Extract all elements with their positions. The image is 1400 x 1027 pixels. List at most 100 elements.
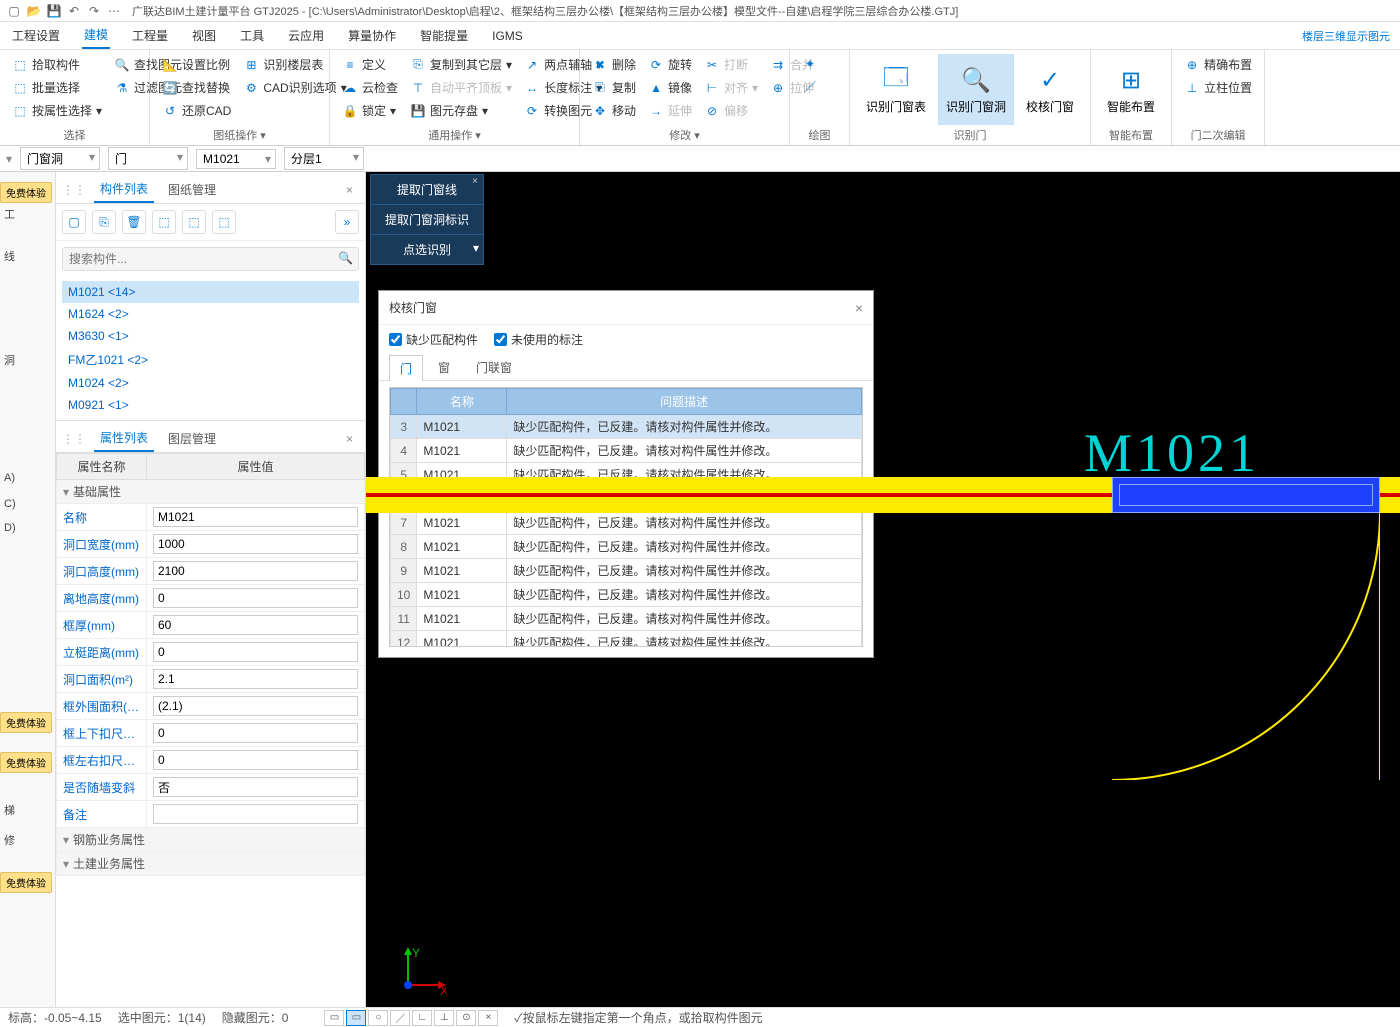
list-item[interactable]: M3630 <1> — [62, 325, 359, 347]
redo-icon[interactable]: ↷ — [84, 1, 104, 21]
list-item[interactable]: M0921 <1> — [62, 394, 359, 416]
search-input[interactable] — [62, 247, 359, 271]
property-value-input[interactable] — [153, 561, 358, 581]
list-item[interactable]: M1024 <2> — [62, 372, 359, 394]
property-value-input[interactable] — [153, 777, 358, 797]
grip-icon[interactable]: ⋮⋮ — [62, 183, 86, 197]
list-item[interactable]: FM乙1021 <2> — [62, 347, 359, 372]
menu-item[interactable]: 工具 — [238, 23, 266, 48]
nav-label[interactable]: 修 — [4, 832, 15, 848]
extract-door-label-button[interactable]: 提取门窗洞标识 — [371, 205, 483, 235]
snap-button[interactable]: × — [478, 1010, 498, 1026]
snap-button[interactable]: ∟ — [412, 1010, 432, 1026]
tab-properties[interactable]: 属性列表 — [94, 425, 154, 452]
property-value-input[interactable] — [153, 534, 358, 554]
table-row[interactable]: 3M1021缺少匹配构件，已反建。请核对构件属性并修改。 — [391, 415, 862, 439]
table-row[interactable]: 10M1021缺少匹配构件，已反建。请核对构件属性并修改。 — [391, 583, 862, 607]
type-select[interactable]: 门 — [108, 147, 188, 170]
table-row[interactable]: 4M1021缺少匹配构件，已反建。请核对构件属性并修改。 — [391, 439, 862, 463]
lock-button[interactable]: 🔒锁定 ▾ — [338, 100, 402, 121]
more-icon[interactable]: ⋯ — [104, 1, 124, 21]
menu-item[interactable]: 云应用 — [286, 23, 326, 48]
tab-drawing-mgmt[interactable]: 图纸管理 — [162, 177, 222, 202]
cloud-check-button[interactable]: ☁云检查 — [338, 77, 402, 98]
snap-button[interactable]: ⊥ — [434, 1010, 454, 1026]
click-recog-button[interactable]: 点选识别▾ — [371, 235, 483, 264]
delete-button[interactable]: ✖删除 — [588, 54, 640, 75]
dialog-tab-combined[interactable]: 门联窗 — [465, 354, 523, 380]
chk-missing-match[interactable]: 缺少匹配构件 — [389, 331, 478, 348]
snap-button[interactable]: ○ — [368, 1010, 388, 1026]
copy-other-floor-button[interactable]: ⎘复制到其它层 ▾ — [406, 54, 516, 75]
chk-unused-label[interactable]: 未使用的标注 — [494, 331, 583, 348]
list-item[interactable]: M1624 <2> — [62, 303, 359, 325]
nav-label[interactable]: 工 — [4, 206, 15, 222]
define-button[interactable]: ≡定义 — [338, 54, 402, 75]
property-value-input[interactable] — [153, 642, 358, 662]
menu-item[interactable]: 视图 — [190, 23, 218, 48]
search-icon[interactable]: 🔍 — [338, 251, 353, 265]
table-row[interactable]: 7M1021缺少匹配构件，已反建。请核对构件属性并修改。 — [391, 511, 862, 535]
move-button[interactable]: ✥移动 — [588, 100, 640, 121]
undo-icon[interactable]: ↶ — [64, 1, 84, 21]
property-value-input[interactable] — [153, 615, 358, 635]
close-icon[interactable]: × — [340, 432, 359, 446]
nav-label[interactable]: 洞 — [4, 352, 15, 368]
pick-component-button[interactable]: ⬚拾取构件 — [8, 54, 106, 75]
more-button[interactable]: ⬚ — [212, 210, 236, 234]
table-row[interactable]: 9M1021缺少匹配构件，已反建。请核对构件属性并修改。 — [391, 559, 862, 583]
nav-label[interactable]: 梯 — [4, 802, 15, 818]
property-group[interactable]: ▾土建业务属性 — [57, 852, 365, 876]
door-element[interactable] — [1112, 477, 1380, 513]
table-row[interactable]: 12M1021缺少匹配构件，已反建。请核对构件属性并修改。 — [391, 631, 862, 648]
list-item[interactable]: M1021 <14> — [62, 281, 359, 303]
close-icon[interactable]: × — [855, 300, 863, 316]
canvas[interactable]: × 提取门窗线 提取门窗洞标识 点选识别▾ 校核门窗 × 缺少匹配构件 未使用的… — [366, 172, 1400, 1007]
table-row[interactable]: 11M1021缺少匹配构件，已反建。请核对构件属性并修改。 — [391, 607, 862, 631]
delete-component-button[interactable]: 🗑 — [122, 210, 146, 234]
nav-label[interactable]: A) — [4, 472, 15, 484]
nav-label[interactable]: C) — [4, 498, 16, 510]
free-trial-tag[interactable]: 免费体验 — [0, 182, 52, 203]
rotate-button[interactable]: ⟳旋转 — [644, 54, 696, 75]
menu-item[interactable]: 工程设置 — [10, 23, 62, 48]
property-value-input[interactable] — [153, 588, 358, 608]
property-value-input[interactable] — [153, 696, 358, 716]
menu-item[interactable]: 工程量 — [130, 23, 170, 48]
restore-cad-button[interactable]: ↺还原CAD — [158, 100, 235, 121]
dialog-tab-door[interactable]: 门 — [389, 355, 423, 381]
nav-label[interactable]: 线 — [4, 248, 15, 264]
select-by-prop-button[interactable]: ⬚按属性选择 ▾ — [8, 100, 106, 121]
snap-button[interactable]: ／ — [390, 1010, 410, 1026]
table-row[interactable]: 8M1021缺少匹配构件，已反建。请核对构件属性并修改。 — [391, 535, 862, 559]
recog-door-window-table-button[interactable]: 🗔识别门窗表 — [858, 54, 934, 125]
save-element-button[interactable]: 💾图元存盘 ▾ — [406, 100, 516, 121]
recog-door-window-opening-button[interactable]: 🔍识别门窗洞 — [938, 54, 1014, 125]
extract-door-line-button[interactable]: 提取门窗线 — [371, 175, 483, 205]
menu-item[interactable]: 建模 — [82, 22, 110, 49]
copy-component-button[interactable]: ⎘ — [92, 210, 116, 234]
dialog-tab-window[interactable]: 窗 — [427, 354, 461, 380]
menu-right-link[interactable]: 楼层三维显示图元 — [1302, 28, 1390, 44]
verify-door-window-button[interactable]: ✓校核门窗 — [1018, 54, 1082, 125]
batch-select-button[interactable]: ⬚批量选择 — [8, 77, 106, 98]
smart-layout-button[interactable]: ⊞智能布置 — [1099, 54, 1163, 125]
snap-button[interactable]: ▭ — [346, 1010, 366, 1026]
new-component-button[interactable]: ▢ — [62, 210, 86, 234]
property-value-input[interactable] — [153, 507, 358, 527]
free-trial-tag[interactable]: 免费体验 — [0, 872, 52, 893]
layer-select[interactable]: 分层1 — [284, 147, 364, 170]
property-value-input[interactable] — [153, 750, 358, 770]
set-scale-button[interactable]: 📐设置比例 — [158, 54, 235, 75]
property-value-input[interactable] — [153, 723, 358, 743]
grip-icon[interactable]: ⋮⋮ — [62, 432, 86, 446]
find-replace-button[interactable]: 🔄查找替换 — [158, 77, 235, 98]
save-icon[interactable]: 💾 — [44, 1, 64, 21]
component-select[interactable]: M1021 — [196, 149, 276, 169]
snap-button[interactable]: ⊙ — [456, 1010, 476, 1026]
menu-item[interactable]: 智能提量 — [418, 23, 470, 48]
copy-button[interactable]: ⎘复制 — [588, 77, 640, 98]
column-position-button[interactable]: ⊥立柱位置 — [1180, 77, 1256, 98]
layer-up-button[interactable]: ⬚ — [152, 210, 176, 234]
snap-button[interactable]: ▭ — [324, 1010, 344, 1026]
